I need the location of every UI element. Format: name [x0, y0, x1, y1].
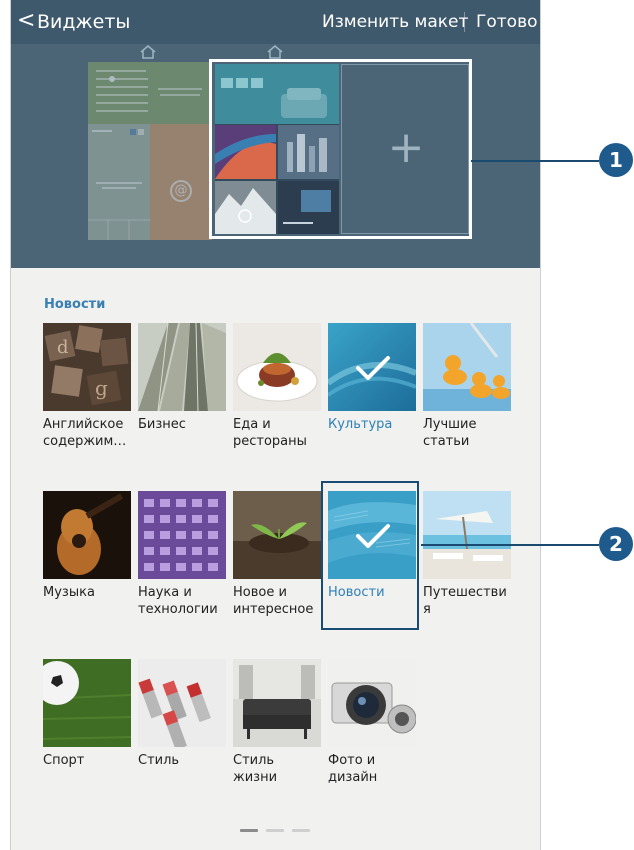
back-arrow-icon[interactable]: <	[17, 8, 35, 34]
category-sport[interactable]: Спорт	[43, 659, 131, 769]
tech-photo-icon	[138, 491, 226, 579]
category-food[interactable]: Еда и рестораны	[233, 323, 321, 450]
page-indicator	[266, 829, 284, 832]
page-indicator	[292, 829, 310, 832]
at-sign-icon: @	[170, 180, 192, 202]
page-indicator-active	[240, 829, 258, 832]
category-travel[interactable]: Путешестви я	[423, 491, 511, 618]
category-label: Культура	[328, 417, 393, 432]
home-icon[interactable]	[266, 45, 284, 59]
category-lifestyle[interactable]: Стиль жизни	[233, 659, 321, 786]
action-bar-divider	[464, 12, 465, 32]
calendar-widget-thumbnail	[88, 62, 212, 124]
camera-photo-icon	[328, 659, 416, 747]
category-culture[interactable]: Культура	[328, 323, 416, 433]
letters-photo-icon: d g	[43, 323, 131, 411]
email-widget-thumbnail	[88, 124, 150, 240]
category-science[interactable]: Наука и технологии	[138, 491, 226, 618]
lipstick-photo-icon	[138, 659, 226, 747]
callout-2: 2	[599, 527, 633, 561]
category-style[interactable]: Стиль	[138, 659, 226, 769]
category-label: Лучшие статьи	[423, 417, 477, 449]
category-label: Фото и дизайн	[328, 753, 378, 785]
category-label: Стиль	[138, 753, 180, 768]
category-new-interesting[interactable]: Новое и интересное	[233, 491, 321, 618]
category-photo-design[interactable]: Фото и дизайн	[328, 659, 416, 786]
food-photo-icon	[233, 323, 321, 411]
ducks-photo-icon	[423, 323, 511, 411]
categories-panel: Новости d g Английское содержим… Бизнес …	[11, 268, 540, 850]
beach-photo-icon	[423, 491, 511, 579]
category-label: Английское содержим…	[43, 417, 127, 449]
section-title: Новости	[44, 297, 106, 312]
guitar-photo-icon	[43, 491, 131, 579]
category-label: Спорт	[43, 753, 85, 768]
category-label: Стиль жизни	[233, 753, 278, 785]
category-music[interactable]: Музыка	[43, 491, 131, 601]
selected-page-outline	[209, 59, 472, 239]
home-pages-preview: @ +	[11, 44, 540, 268]
category-label: Новое и интересное	[233, 585, 314, 617]
soccer-photo-icon	[43, 659, 131, 747]
svg-text:g: g	[95, 376, 108, 400]
category-label: Наука и технологии	[138, 585, 218, 617]
category-label: Путешестви я	[423, 585, 507, 617]
skyscrapers-photo-icon	[138, 323, 226, 411]
category-label: Музыка	[43, 585, 95, 600]
page-title[interactable]: Виджеты	[37, 10, 130, 34]
check-icon	[356, 356, 390, 380]
done-button[interactable]: Готово	[476, 10, 538, 34]
selected-category-outline	[321, 481, 419, 630]
category-top-stories[interactable]: Лучшие статьи	[423, 323, 511, 450]
category-business[interactable]: Бизнес	[138, 323, 226, 433]
category-english[interactable]: d g Английское содержим…	[43, 323, 131, 450]
svg-text:d: d	[57, 337, 69, 358]
home-page-thumbnail[interactable]: @	[88, 62, 212, 240]
action-bar: < Виджеты Изменить макет Готово	[11, 0, 540, 44]
culture-photo-icon	[328, 323, 416, 411]
sofa-photo-icon	[233, 659, 321, 747]
callout-leader-1	[471, 160, 599, 162]
home-icon[interactable]	[139, 45, 157, 59]
change-layout-button[interactable]: Изменить макет	[322, 10, 468, 34]
category-label: Еда и рестораны	[233, 417, 307, 449]
category-label: Бизнес	[138, 417, 186, 432]
callout-1: 1	[599, 143, 633, 177]
plant-photo-icon	[233, 491, 321, 579]
device-screen: < Виджеты Изменить макет Готово @ + Ново…	[10, 0, 541, 850]
callout-leader-2	[421, 544, 599, 546]
